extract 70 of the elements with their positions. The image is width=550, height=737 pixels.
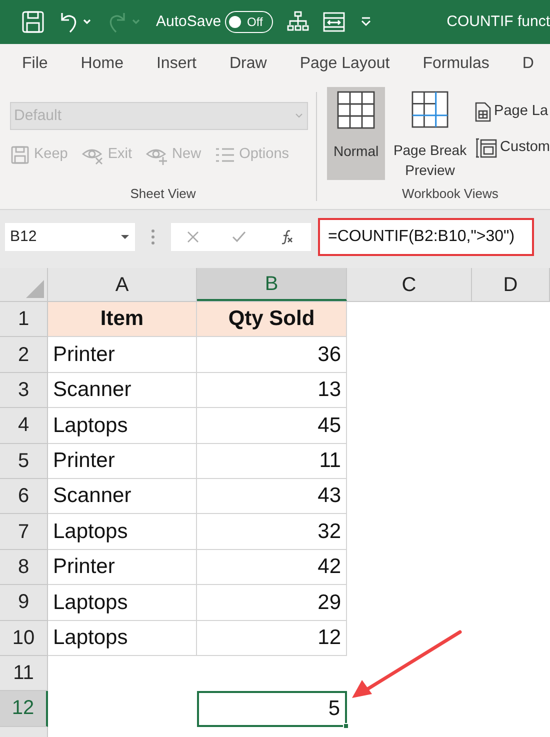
row-header[interactable]: 1: [0, 302, 48, 338]
row-header[interactable]: 5: [0, 444, 48, 479]
table-cell: 36: [197, 337, 347, 373]
org-chart-icon[interactable]: [287, 11, 310, 33]
window-title: COUNTIF funct: [446, 12, 550, 32]
table-cell: Printer: [48, 337, 197, 373]
table-cell: Laptops: [48, 408, 197, 444]
table-cell: Scanner: [48, 372, 197, 408]
group-label: Workbook Views: [402, 184, 500, 202]
row-header[interactable]: 3: [0, 372, 48, 408]
view-button[interactable]: Normal: [327, 87, 386, 180]
group-label: Sheet View: [130, 184, 196, 202]
save-icon[interactable]: [22, 11, 44, 33]
table-cell: Scanner: [48, 478, 197, 514]
table-cell: 43: [197, 478, 347, 514]
table-cell: 12: [197, 620, 347, 656]
table-cell: 32: [197, 514, 347, 550]
name-box[interactable]: B12: [5, 223, 135, 251]
menu-tab[interactable]: D: [522, 52, 534, 76]
column-header[interactable]: C: [347, 268, 472, 301]
table-cell: 5: [197, 691, 347, 727]
column-header[interactable]: B: [197, 268, 347, 301]
list-icon: [215, 146, 236, 164]
formula-field[interactable]: =COUNTIF(B2:B10,">30"): [318, 218, 534, 256]
page-break-icon: [411, 91, 450, 128]
table-cell: 45: [197, 408, 347, 444]
table-cell: 42: [197, 550, 347, 586]
chevron-icon: [294, 112, 304, 120]
caret-icon: [120, 234, 130, 240]
row-header[interactable]: 9: [0, 585, 48, 621]
table-cell: 29: [197, 585, 347, 621]
column-header[interactable]: D: [472, 268, 550, 301]
row-header[interactable]: 12: [0, 691, 48, 727]
menu-tab[interactable]: File: [22, 52, 48, 76]
view-button[interactable]: Page La: [475, 101, 550, 123]
check-icon[interactable]: [232, 231, 246, 243]
row-header[interactable]: 4: [0, 408, 48, 444]
table-cell: Laptops: [48, 585, 197, 621]
row-header[interactable]: 6: [0, 478, 48, 514]
undo-icon[interactable]: [58, 11, 92, 33]
autosave-label: AutoSave: [156, 12, 222, 32]
view-button[interactable]: Page Break Preview: [389, 87, 472, 180]
table-cell: Qty Sold: [197, 302, 347, 338]
row-header[interactable]: 7: [0, 514, 48, 550]
grid-icon: [337, 91, 376, 129]
table-cell: Item: [48, 302, 197, 338]
menu-tab[interactable]: Page Layout: [300, 52, 390, 76]
menu-tab[interactable]: Insert: [156, 52, 196, 76]
row-header[interactable]: 11: [0, 656, 48, 692]
view-button[interactable]: Custom: [475, 136, 550, 159]
menu-tab[interactable]: Home: [80, 52, 124, 76]
fill-handle[interactable]: [343, 722, 349, 729]
menu-tab[interactable]: Draw: [229, 52, 267, 76]
resize-icon[interactable]: [323, 11, 346, 33]
table-cell: 11: [197, 444, 347, 479]
table-cell: 13: [197, 372, 347, 408]
row-header[interactable]: 2: [0, 337, 48, 373]
drag-handle-icon[interactable]: [151, 229, 155, 245]
table-cell: Laptops: [48, 620, 197, 656]
row-header[interactable]: 8: [0, 550, 48, 586]
table-cell: Printer: [48, 444, 197, 479]
save-icon: [10, 144, 30, 165]
row-header[interactable]: 10: [0, 620, 48, 656]
table-cell: Laptops: [48, 514, 197, 550]
menu-tab[interactable]: Formulas: [422, 52, 490, 76]
custom-view-icon: [475, 136, 498, 159]
autosave-toggle[interactable]: Off: [225, 11, 274, 33]
dropdown-icon[interactable]: [359, 16, 374, 28]
table-cell: Printer: [48, 550, 197, 586]
page-icon: [475, 102, 492, 122]
